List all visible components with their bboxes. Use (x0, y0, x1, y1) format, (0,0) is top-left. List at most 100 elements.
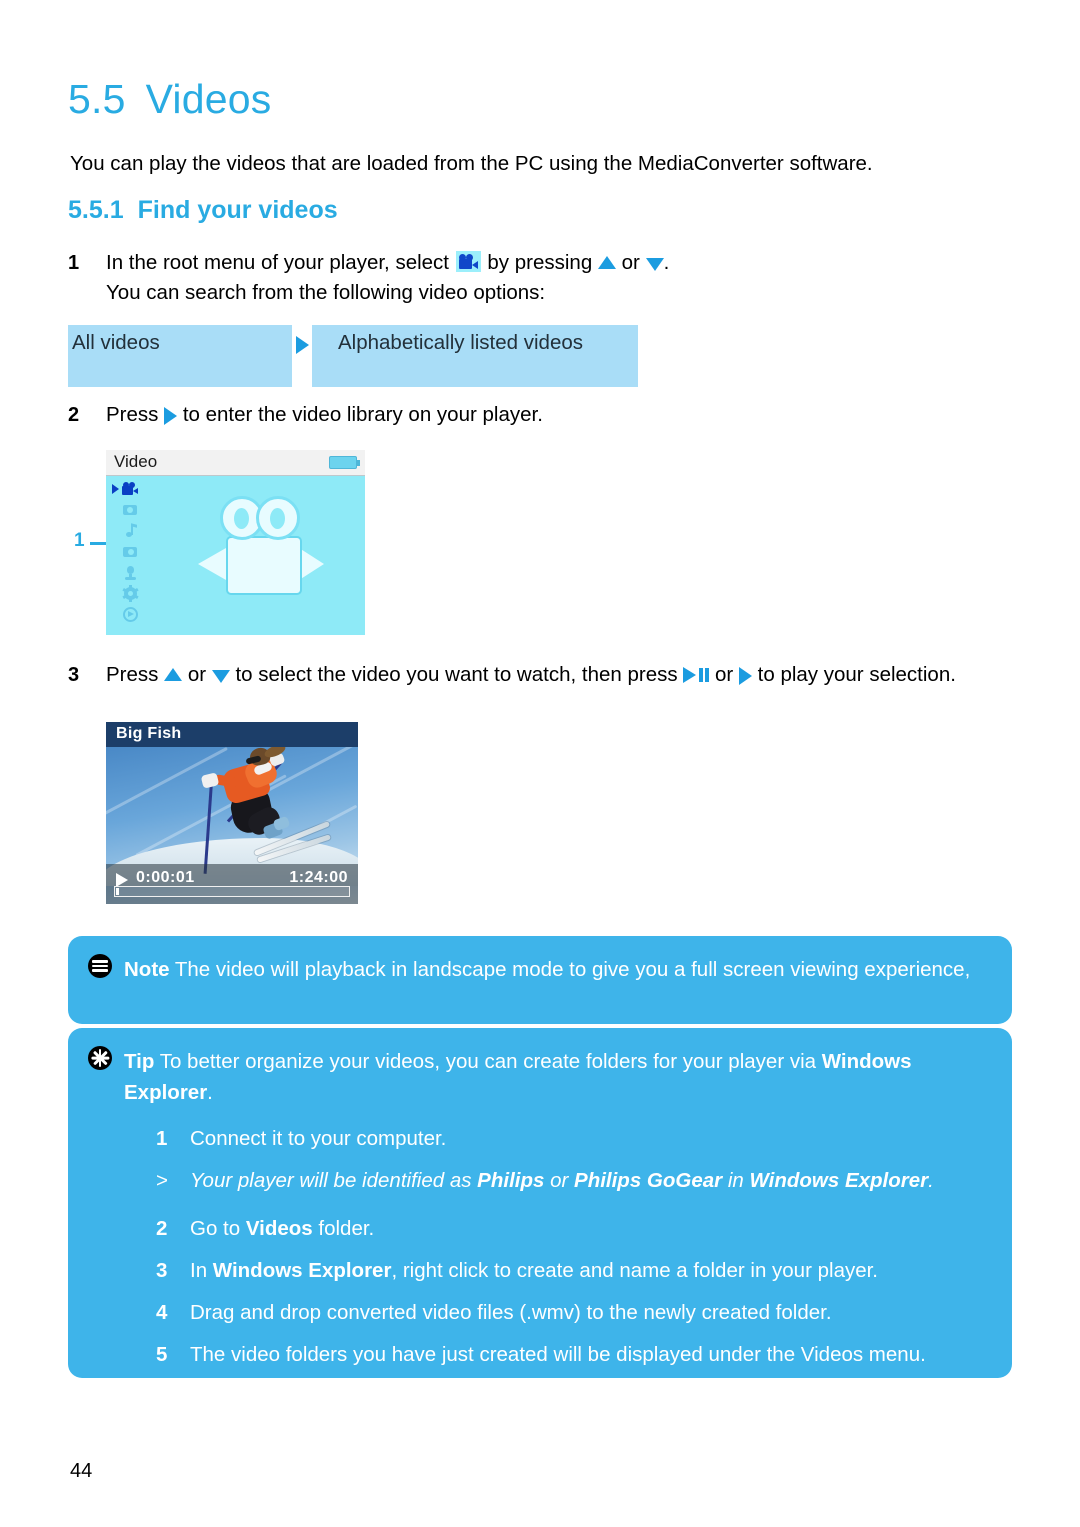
arrow-up-icon (164, 668, 183, 682)
tip-step-text: Go to (190, 1217, 246, 1240)
tip-step-number: 1 (156, 1127, 168, 1150)
section-title: Videos (145, 76, 272, 122)
tip-step-number: > (156, 1169, 168, 1192)
playback-control-bar: 0:00:01 1:24:00 (106, 864, 358, 904)
step-2: 2 Press to enter the video library on yo… (68, 400, 1008, 430)
option-cell-alphabetical: Alphabetically listed videos (312, 325, 638, 387)
page-number: 44 (70, 1460, 93, 1482)
note-icon (88, 954, 112, 978)
tip-step: > Your player will be identified as Phili… (156, 1166, 1056, 1196)
video-camera-icon (122, 481, 139, 496)
tip-step-body: In Windows Explorer, right click to crea… (190, 1256, 1056, 1286)
arrow-right-icon (164, 406, 178, 425)
page-title: 5.5 Videos (68, 76, 271, 123)
step-1-text-or: or (621, 251, 640, 274)
asterisk-icon (88, 1046, 112, 1070)
tip-step-text: Connect it to your computer. (190, 1127, 447, 1150)
play-icon (116, 873, 128, 887)
tip-step-text: In (190, 1259, 213, 1282)
tip-step-body: Connect it to your computer. (190, 1124, 1056, 1154)
microphone-icon (122, 565, 139, 580)
step-3-text-end: to play your selection. (757, 663, 956, 686)
tip-step-text: The video folders you have just created … (190, 1343, 926, 1366)
step-1-body: In the root menu of your player, select … (106, 248, 1008, 308)
video-camera-icon (455, 251, 481, 273)
tip-step-body: Go to Videos folder. (190, 1214, 1056, 1244)
tip-text: Tip To better organize your videos, you … (68, 1028, 1012, 1112)
step-3-text-or2: or (715, 663, 734, 686)
arrow-right-icon (738, 666, 752, 685)
step-1-text-end: . (663, 251, 670, 274)
tip-step-body: The video folders you have just created … (190, 1340, 1056, 1370)
step-3-number: 3 (68, 664, 80, 686)
section-number: 5.5 (68, 76, 126, 122)
step-3-body: Press or to select the video you want to… (106, 660, 1018, 690)
tip-step-text: . (928, 1169, 934, 1192)
manual-page: 5.5 Videos You can play the videos that a… (0, 0, 1080, 1527)
tip-step-text: or (544, 1169, 575, 1192)
camera-icon (122, 502, 139, 517)
subsection-title: Find your videos (137, 196, 338, 224)
total-time: 1:24:00 (289, 869, 348, 886)
tip-step-text: Drag and drop converted video files (.wm… (190, 1301, 832, 1324)
tip-step: 3 In Windows Explorer, right click to cre… (156, 1256, 1056, 1286)
tip-step-bold: Philips GoGear (574, 1169, 723, 1192)
step-3-text-or1: or (187, 663, 207, 686)
tip-step-bold: Windows Explorer (749, 1169, 929, 1192)
callout-marker-1: 1 (74, 530, 85, 551)
video-camera-illustration (198, 490, 333, 605)
option-cell-all-videos: All videos (68, 325, 292, 387)
arrow-down-icon (211, 670, 230, 684)
progress-fill (116, 888, 119, 895)
tip-step: 4 Drag and drop converted video files (.w… (156, 1298, 1056, 1328)
step-1: 1 In the root menu of your player, selec… (68, 248, 1008, 308)
music-note-icon (122, 523, 139, 538)
tip-step-bold: Videos (245, 1217, 313, 1240)
step-1-text-b: by pressing (487, 251, 593, 274)
tip-step: 5 The video folders you have just created… (156, 1340, 1056, 1370)
current-time: 0:00:01 (136, 869, 195, 886)
note-text: Note The video will playback in landscap… (68, 936, 1012, 1003)
device-sidebar (110, 480, 144, 630)
note-callout-box: Note The video will playback in landscap… (68, 936, 1012, 1024)
arrow-up-icon (597, 256, 616, 270)
tip-step-text: , right click to create and name a folde… (391, 1259, 879, 1282)
tip-step-number: 5 (156, 1343, 168, 1366)
tip-step-bold: Windows Explorer (212, 1259, 392, 1282)
progress-bar[interactable] (114, 886, 350, 897)
tip-step-bold: Philips (477, 1169, 545, 1192)
step-2-number: 2 (68, 404, 80, 426)
tip-step-text: Your player will be identified as (190, 1169, 478, 1192)
step-2-text-b: to enter the video library on your playe… (182, 403, 543, 426)
tip-step-number: 2 (156, 1217, 168, 1240)
step-1-line-2: You can search from the following video … (106, 281, 546, 304)
note-body: The video will playback in landscape mod… (169, 958, 971, 981)
play-pause-icon (683, 666, 709, 683)
tip-step-text: folder. (312, 1217, 375, 1240)
tip-callout-box: Tip To better organize your videos, you … (68, 1028, 1012, 1378)
tip-step: 1 Connect it to your computer. (156, 1124, 1056, 1154)
photo-folder-icon (122, 544, 139, 559)
tip-step-number: 3 (156, 1259, 168, 1282)
step-2-body: Press to enter the video library on your… (106, 400, 1008, 430)
video-options-table: All videos Alphabetically listed videos (68, 325, 638, 387)
tip-label: Tip (124, 1050, 155, 1073)
step-2-text-a: Press (106, 403, 159, 426)
tip-steps-list: 1 Connect it to your computer. > Your playe… (156, 1124, 1056, 1382)
device-screen-title: Video (114, 452, 158, 471)
arrow-down-icon (645, 258, 664, 272)
step-1-number: 1 (68, 252, 80, 274)
note-label: Note (124, 958, 170, 981)
device-playback-screenshot: Big Fish 0:00:01 1:24:00 (106, 722, 358, 904)
subsection-number: 5.5.1 (68, 196, 124, 224)
tip-step-number: 4 (156, 1301, 168, 1324)
skier-illustration (194, 742, 331, 883)
tip-step-body: Drag and drop converted video files (.wm… (190, 1298, 1056, 1328)
step-3: 3 Press or to select the video you want … (68, 660, 1018, 690)
tip-intro: To better organize your videos, you can … (154, 1050, 822, 1073)
subsection-heading: 5.5.1 Find your videos (68, 196, 338, 225)
arrow-right-icon (296, 336, 309, 354)
tip-step-text: in (722, 1169, 750, 1192)
step-3-text-mid: to select the video you want to watch, t… (235, 663, 678, 686)
selection-arrow-icon (112, 484, 119, 494)
